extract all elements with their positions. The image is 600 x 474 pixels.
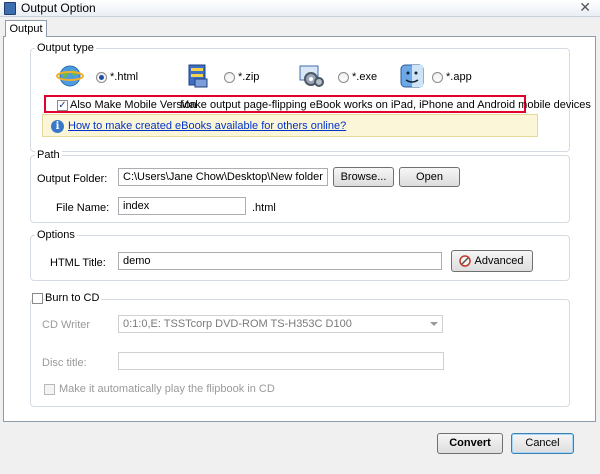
radio-html[interactable] (96, 72, 107, 83)
burn-to-cd-label[interactable]: Burn to CD (45, 292, 102, 304)
zip-archive-icon (188, 64, 208, 88)
output-folder-input[interactable]: C:\Users\Jane Chow\Desktop\New folder (118, 168, 328, 186)
tab-panel: Output type *.html *.zip *.exe *.app ✓ A… (3, 36, 596, 422)
advanced-button[interactable]: Advanced (451, 250, 533, 272)
cd-writer-label: CD Writer (42, 319, 91, 331)
autoplay-label: Make it automatically play the flipbook … (59, 383, 275, 395)
html-title-input[interactable]: demo (118, 252, 442, 270)
radio-app[interactable] (432, 72, 443, 83)
app-icon (4, 2, 16, 15)
options-legend: Options (35, 228, 77, 242)
publish-online-link[interactable]: How to make created eBooks available for… (68, 120, 346, 132)
output-type-legend: Output type (35, 41, 96, 55)
autoplay-checkbox (44, 384, 55, 395)
html-title-label: HTML Title: (50, 257, 106, 269)
title-bar: Output Option ✕ (0, 0, 600, 17)
mobile-version-description: Make output page-flipping eBook works on… (180, 99, 591, 111)
browse-button[interactable]: Browse... (333, 167, 394, 187)
cd-writer-value: 0:1:0,E: TSSTcorp DVD-ROM TS-H353C D100 (123, 318, 352, 330)
path-group: Path (30, 148, 570, 223)
cancel-button[interactable]: Cancel (511, 433, 574, 454)
radio-exe[interactable] (338, 72, 349, 83)
radio-html-label[interactable]: *.html (110, 71, 138, 83)
file-name-input[interactable]: index (118, 197, 246, 215)
path-legend: Path (35, 148, 62, 162)
advanced-button-label: Advanced (474, 255, 524, 267)
file-extension: .html (252, 202, 276, 214)
cd-writer-select: 0:1:0,E: TSSTcorp DVD-ROM TS-H353C D100 (118, 315, 443, 333)
mobile-version-checkbox[interactable]: ✓ (57, 100, 68, 111)
burn-to-cd-checkbox[interactable] (32, 293, 43, 304)
convert-button[interactable]: Convert (437, 433, 503, 454)
output-folder-label: Output Folder: (37, 173, 108, 185)
globe-icon (56, 65, 84, 87)
tab-output[interactable]: Output (5, 20, 47, 37)
open-button[interactable]: Open (399, 167, 460, 187)
radio-exe-label[interactable]: *.exe (352, 71, 377, 83)
disc-title-label: Disc title: (42, 357, 87, 369)
radio-app-label[interactable]: *.app (446, 71, 472, 83)
radio-zip[interactable] (224, 72, 235, 83)
window-title: Output Option (21, 1, 96, 15)
chevron-down-icon (430, 322, 438, 326)
info-bar: i How to make created eBooks available f… (42, 114, 538, 137)
gears-icon (299, 65, 324, 87)
convert-button-label: Convert (449, 437, 491, 449)
disc-title-input (118, 352, 444, 370)
mac-finder-icon (400, 64, 424, 88)
close-icon[interactable]: ✕ (579, 0, 591, 16)
advanced-icon (459, 255, 471, 267)
info-icon: i (51, 120, 64, 133)
mobile-version-label[interactable]: Also Make Mobile Version (70, 99, 197, 111)
file-name-label: File Name: (56, 202, 110, 214)
radio-zip-label[interactable]: *.zip (238, 71, 259, 83)
